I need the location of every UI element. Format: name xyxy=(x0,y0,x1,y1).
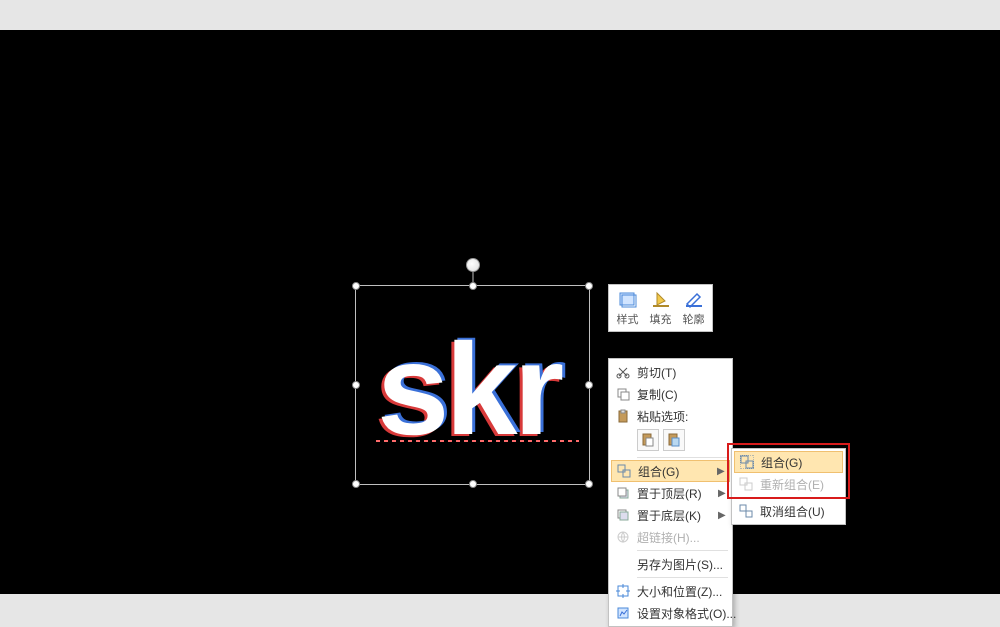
menu-paste-label: 粘贴选项: xyxy=(637,408,726,425)
resize-handle-bot-left[interactable] xyxy=(352,480,360,488)
submenu-arrow-icon: ▶ xyxy=(717,466,725,477)
context-menu: 剪切(T) 复制(C) 粘贴选项: 组合( xyxy=(608,358,733,627)
ungroup-icon xyxy=(736,502,756,520)
submenu-ungroup[interactable]: 取消组合(U) xyxy=(734,500,843,522)
text-layer-white: skr xyxy=(377,324,560,454)
menu-cut[interactable]: 剪切(T) xyxy=(611,361,730,383)
menu-copy-label: 复制(C) xyxy=(637,386,726,403)
menu-separator-3 xyxy=(637,577,728,578)
menu-format-label: 设置对象格式(O)... xyxy=(637,605,736,622)
paste-icon xyxy=(613,407,633,425)
app-ribbon-area xyxy=(0,0,1000,30)
menu-separator-2 xyxy=(637,550,728,551)
paste-option-1[interactable] xyxy=(637,429,659,451)
submenu-regroup-label: 重新组合(E) xyxy=(760,476,839,493)
mini-toolbar-outline-label: 轮廓 xyxy=(678,311,709,327)
outline-icon xyxy=(678,289,709,311)
send-back-icon xyxy=(613,506,633,524)
submenu-ungroup-label: 取消组合(U) xyxy=(760,503,839,520)
rotation-handle[interactable] xyxy=(466,258,480,272)
group-icon xyxy=(614,462,634,480)
submenu-separator xyxy=(760,497,841,498)
resize-handle-top-right[interactable] xyxy=(585,282,593,290)
mini-toolbar-outline[interactable]: 轮廓 xyxy=(677,287,710,329)
resize-handle-bot-right[interactable] xyxy=(585,480,593,488)
menu-send-to-back[interactable]: 置于底层(K) ▶ xyxy=(611,504,730,526)
submenu-arrow-icon: ▶ xyxy=(718,488,726,499)
style-icon xyxy=(612,289,643,311)
slide-canvas[interactable]: skr skr skr 样式 填充 轮廓 xyxy=(0,30,1000,594)
menu-save-as-picture[interactable]: 另存为图片(S)... xyxy=(611,553,730,575)
paste-option-2[interactable] xyxy=(663,429,685,451)
menu-size-position[interactable]: 大小和位置(Z)... xyxy=(611,580,730,602)
menu-separator-1 xyxy=(637,457,728,458)
submenu-group[interactable]: 组合(G) xyxy=(734,451,843,473)
resize-handle-mid-left[interactable] xyxy=(352,381,360,389)
cut-icon xyxy=(613,363,633,381)
menu-group[interactable]: 组合(G) ▶ xyxy=(611,460,730,482)
menu-copy[interactable]: 复制(C) xyxy=(611,383,730,405)
selected-textbox[interactable]: skr skr skr xyxy=(355,285,590,485)
text-baseline-indicator xyxy=(376,440,579,442)
paste-options-row xyxy=(611,427,730,455)
menu-back-label: 置于底层(K) xyxy=(637,507,718,524)
copy-icon xyxy=(613,385,633,403)
mini-toolbar-style[interactable]: 样式 xyxy=(611,287,644,329)
menu-savepic-label: 另存为图片(S)... xyxy=(637,556,726,573)
save-picture-icon xyxy=(613,555,633,573)
mini-toolbar: 样式 填充 轮廓 xyxy=(608,284,713,332)
menu-cut-label: 剪切(T) xyxy=(637,364,726,381)
menu-format-object[interactable]: 设置对象格式(O)... xyxy=(611,602,730,624)
mini-toolbar-fill[interactable]: 填充 xyxy=(644,287,677,329)
resize-handle-top-mid[interactable] xyxy=(469,282,477,290)
menu-bring-to-front[interactable]: 置于顶层(R) ▶ xyxy=(611,482,730,504)
regroup-icon xyxy=(736,475,756,493)
menu-front-label: 置于顶层(R) xyxy=(637,485,718,502)
group-icon xyxy=(737,453,757,471)
submenu-regroup: 重新组合(E) xyxy=(734,473,843,495)
menu-paste-options: 粘贴选项: xyxy=(611,405,730,427)
submenu-arrow-icon: ▶ xyxy=(718,510,726,521)
hyperlink-icon xyxy=(613,528,633,546)
fill-icon xyxy=(645,289,676,311)
size-position-icon xyxy=(613,582,633,600)
mini-toolbar-style-label: 样式 xyxy=(612,311,643,327)
format-object-icon xyxy=(613,604,633,622)
menu-hyperlink: 超链接(H)... xyxy=(611,526,730,548)
menu-hyperlink-label: 超链接(H)... xyxy=(637,529,726,546)
menu-group-label: 组合(G) xyxy=(638,463,717,480)
bring-front-icon xyxy=(613,484,633,502)
resize-handle-mid-right[interactable] xyxy=(585,381,593,389)
group-submenu: 组合(G) 重新组合(E) 取消组合(U) xyxy=(731,448,846,525)
menu-sizepos-label: 大小和位置(Z)... xyxy=(637,583,726,600)
resize-handle-bot-mid[interactable] xyxy=(469,480,477,488)
submenu-group-label: 组合(G) xyxy=(761,454,838,471)
resize-handle-top-left[interactable] xyxy=(352,282,360,290)
mini-toolbar-fill-label: 填充 xyxy=(645,311,676,327)
